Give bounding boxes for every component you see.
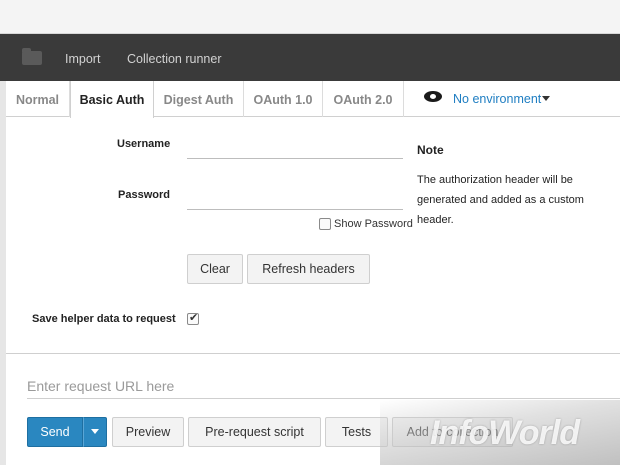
section-divider [6, 353, 620, 354]
password-field[interactable] [187, 188, 403, 210]
password-label: Password [118, 189, 170, 201]
pre-request-script-button[interactable]: Pre-request script [188, 417, 321, 447]
auth-tabs: Normal Basic Auth Digest Auth OAuth 1.0 … [6, 81, 620, 118]
save-helper-label: Save helper data to request [32, 313, 176, 325]
tab-oauth-2[interactable]: OAuth 2.0 [323, 81, 404, 117]
chevron-down-icon[interactable] [542, 96, 550, 101]
username-label: Username [117, 138, 171, 150]
window-top-band [0, 0, 620, 34]
tests-button[interactable]: Tests [325, 417, 388, 447]
tab-basic-auth[interactable]: Basic Auth [70, 81, 154, 118]
add-to-collection-button[interactable]: Add to collection [392, 417, 513, 447]
show-password-checkbox[interactable] [319, 218, 331, 230]
tab-oauth-1[interactable]: OAuth 1.0 [244, 81, 323, 117]
request-url-input[interactable] [27, 373, 620, 399]
request-builder-panel: Normal Basic Auth Digest Auth OAuth 1.0 … [6, 81, 620, 465]
note-title: Note [417, 143, 444, 157]
username-field[interactable] [187, 137, 403, 159]
collection-runner-button[interactable]: Collection runner [127, 52, 222, 66]
environment-select[interactable]: No environment [453, 92, 541, 106]
save-helper-checkbox[interactable] [187, 311, 199, 325]
clear-button[interactable]: Clear [187, 254, 243, 284]
send-dropdown-icon[interactable] [83, 417, 107, 447]
send-button[interactable]: Send [27, 417, 83, 447]
show-password-label: Show Password [334, 218, 413, 230]
note-text: The authorization header will be generat… [417, 174, 584, 226]
tab-normal[interactable]: Normal [6, 81, 70, 117]
main-toolbar: Import Collection runner [0, 34, 620, 81]
refresh-headers-button[interactable]: Refresh headers [247, 254, 370, 284]
tab-digest-auth[interactable]: Digest Auth [154, 81, 244, 117]
eye-icon[interactable] [424, 91, 442, 102]
folder-icon[interactable] [22, 48, 42, 65]
preview-button[interactable]: Preview [112, 417, 184, 447]
import-button[interactable]: Import [65, 52, 100, 66]
